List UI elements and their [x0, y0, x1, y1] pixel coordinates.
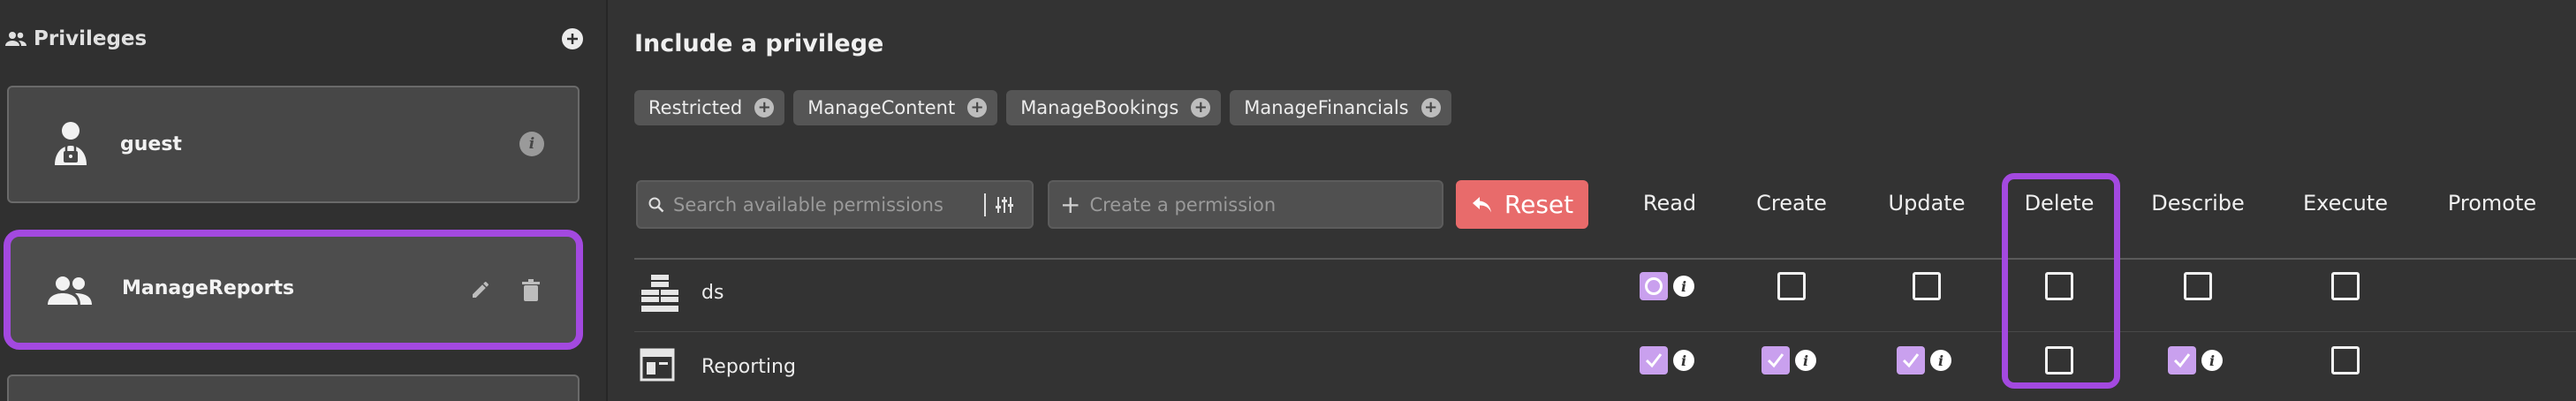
add-privilege-button[interactable]: [562, 28, 583, 49]
column-header-promote[interactable]: Promote: [2448, 191, 2536, 216]
info-icon[interactable]: i: [2201, 350, 2223, 371]
undo-arrow-icon: [1471, 195, 1494, 215]
page-title: Include a privilege: [634, 30, 884, 57]
checkbox-describe[interactable]: [2184, 272, 2212, 300]
reset-button[interactable]: Reset: [1456, 180, 1588, 229]
checkbox-read[interactable]: [1640, 346, 1668, 375]
create-permission-field[interactable]: +: [1048, 180, 1443, 229]
sidebar-title: Privileges: [34, 27, 148, 50]
info-icon[interactable]: i: [1673, 350, 1694, 371]
main-panel: Include a privilege Restricted + ManageC…: [610, 0, 2576, 401]
checkbox-delete[interactable]: [2045, 346, 2073, 375]
delete-trash-icon[interactable]: [521, 279, 541, 302]
header-divider: [634, 258, 2576, 260]
privilege-name: guest: [120, 133, 182, 155]
search-icon: [648, 197, 664, 213]
plus-icon: +: [1060, 189, 1081, 219]
users-group-icon: [48, 276, 92, 306]
add-plus-icon[interactable]: +: [1191, 98, 1211, 117]
checkbox-read[interactable]: [1640, 272, 1668, 300]
plus-icon: [567, 34, 578, 44]
add-plus-icon[interactable]: +: [1421, 98, 1441, 117]
column-header-update[interactable]: Update: [1889, 191, 1966, 216]
report-window-icon: [640, 348, 675, 385]
guest-user-lock-icon: [53, 121, 88, 167]
column-header-read[interactable]: Read: [1643, 191, 1696, 216]
chip-managefinancials[interactable]: ManageFinancials +: [1230, 90, 1451, 125]
column-header-describe[interactable]: Describe: [2151, 191, 2244, 216]
chip-managecontent[interactable]: ManageContent +: [793, 90, 998, 125]
privilege-card-guest[interactable]: guest i: [7, 86, 580, 203]
add-plus-icon[interactable]: +: [967, 98, 988, 117]
checkbox-update[interactable]: [1897, 346, 1925, 375]
stacked-boxes-icon: [640, 274, 680, 318]
checkbox-update[interactable]: [1913, 272, 1941, 300]
create-permission-input[interactable]: [1089, 193, 1426, 216]
filter-sliders-icon[interactable]: [995, 195, 1014, 215]
privileges-sidebar: Privileges guest i ManageReports: [0, 0, 608, 401]
privilege-chips: Restricted + ManageContent + ManageBooki…: [634, 90, 1451, 125]
permission-row-name: Reporting: [701, 356, 796, 378]
search-input[interactable]: [673, 193, 982, 216]
column-header-delete[interactable]: Delete: [2025, 191, 2095, 216]
privilege-card-managereports[interactable]: ManageReports: [4, 230, 583, 350]
column-header-execute[interactable]: Execute: [2303, 191, 2388, 216]
privilege-name: ManageReports: [122, 277, 295, 299]
info-icon[interactable]: i: [1795, 350, 1816, 371]
add-plus-icon[interactable]: +: [754, 98, 775, 117]
info-icon[interactable]: i: [1673, 276, 1694, 297]
edit-pencil-icon[interactable]: [470, 279, 491, 300]
search-permissions-field[interactable]: [636, 180, 1034, 229]
checkbox-create[interactable]: [1762, 346, 1790, 375]
checkbox-execute[interactable]: [2331, 272, 2360, 300]
checkbox-describe[interactable]: [2168, 346, 2196, 375]
sidebar-header: Privileges: [5, 23, 588, 55]
checkbox-execute[interactable]: [2331, 346, 2360, 375]
privilege-card-partial[interactable]: [7, 375, 580, 401]
column-header-create[interactable]: Create: [1756, 191, 1827, 216]
row-divider: [634, 331, 2576, 332]
info-icon[interactable]: i: [519, 132, 544, 156]
chip-managebookings[interactable]: ManageBookings +: [1006, 90, 1222, 125]
search-divider: [984, 193, 986, 216]
checkbox-delete[interactable]: [2045, 272, 2073, 300]
checkbox-create[interactable]: [1777, 272, 1806, 300]
permission-row-name: ds: [701, 282, 724, 304]
users-group-icon: [5, 31, 27, 47]
info-icon[interactable]: i: [1930, 350, 1951, 371]
chip-restricted[interactable]: Restricted +: [634, 90, 785, 125]
